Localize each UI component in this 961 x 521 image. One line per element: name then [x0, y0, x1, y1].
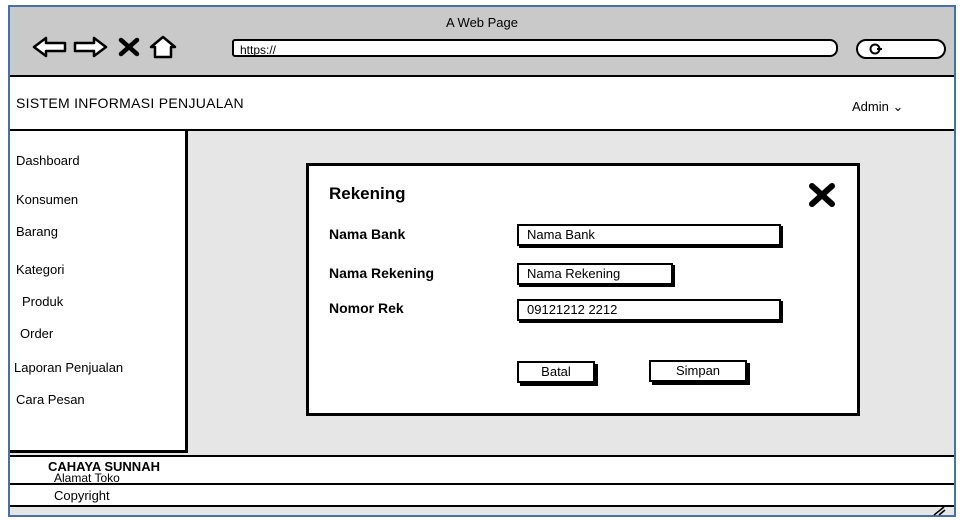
- store-address: Alamat Toko: [54, 471, 120, 485]
- cancel-button[interactable]: Batal: [517, 361, 595, 383]
- sidebar-item-laporan-penjualan[interactable]: Laporan Penjualan: [14, 360, 123, 375]
- sidebar: Dashboard Konsumen Barang Kategori Produ…: [10, 131, 188, 453]
- sidebar-item-produk[interactable]: Produk: [22, 294, 63, 309]
- footer-store-info: CAHAYA SUNNAH Alamat Toko: [10, 455, 954, 485]
- close-icon[interactable]: [116, 35, 142, 59]
- modal-title: Rekening: [329, 184, 406, 203]
- admin-user-menu[interactable]: Admin ⌄: [852, 99, 903, 115]
- home-icon[interactable]: [148, 35, 178, 59]
- footer-copyright: Copyright: [10, 485, 954, 507]
- url-text: https://: [240, 43, 277, 57]
- browser-toolbar: A Web Page https://: [10, 7, 954, 77]
- sidebar-item-barang[interactable]: Barang: [16, 224, 58, 239]
- back-arrow-icon[interactable]: [32, 35, 68, 59]
- sidebar-item-cara-pesan[interactable]: Cara Pesan: [16, 392, 85, 407]
- search-icon: [868, 42, 884, 61]
- sidebar-item-kategori[interactable]: Kategori: [16, 262, 64, 277]
- sidebar-item-konsumen[interactable]: Konsumen: [16, 192, 78, 207]
- copyright-text: Copyright: [54, 488, 110, 503]
- sidebar-item-dashboard[interactable]: Dashboard: [16, 153, 80, 168]
- browser-window: A Web Page https:// SISTEM INFORMASI PEN…: [8, 5, 956, 517]
- url-input[interactable]: https://: [232, 39, 838, 57]
- browser-search-box[interactable]: [856, 39, 946, 59]
- nomor-rek-field[interactable]: 09121212 2212: [517, 299, 781, 321]
- sidebar-item-order[interactable]: Order: [20, 326, 53, 341]
- close-icon[interactable]: [807, 180, 837, 210]
- resize-grip-icon[interactable]: [930, 503, 946, 516]
- browser-title: A Web Page: [445, 15, 519, 30]
- nama-rekening-field[interactable]: Nama Rekening: [517, 263, 673, 285]
- rekening-modal: Rekening Nama Bank Nama Bank Nama Rekeni…: [306, 163, 860, 416]
- save-button[interactable]: Simpan: [649, 360, 747, 382]
- forward-arrow-icon[interactable]: [72, 35, 108, 59]
- nomor-rek-label: Nomor Rek: [329, 300, 404, 316]
- nama-rekening-label: Nama Rekening: [329, 265, 435, 281]
- app-header: SISTEM INFORMASI PENJUALAN Admin ⌄: [10, 77, 954, 131]
- nama-bank-label: Nama Bank: [329, 226, 406, 242]
- nama-bank-field[interactable]: Nama Bank: [517, 224, 781, 246]
- app-title: SISTEM INFORMASI PENJUALAN: [16, 95, 244, 111]
